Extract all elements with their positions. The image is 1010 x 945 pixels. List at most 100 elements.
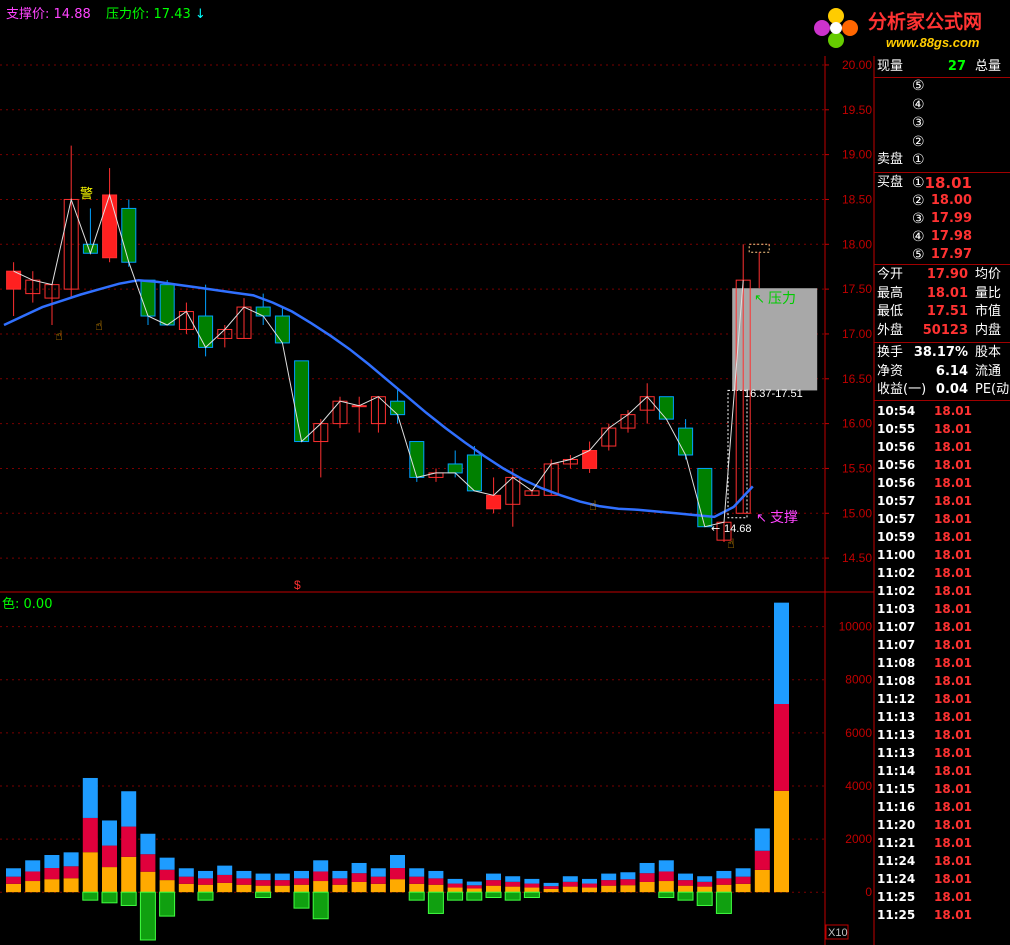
tick-price: 18.01: [934, 836, 972, 850]
stock-chart: 20.00 19.50 19.00 18.50 18.00 17.50 17.00 16.50…: [0, 56, 875, 945]
volume-bar-segment: [658, 860, 674, 872]
tick-time: 11:03: [877, 602, 916, 616]
tick-time: 11:00: [877, 548, 916, 562]
volume-bar-segment: [140, 854, 156, 872]
stat-row: 收益(一) 0.04 PE(动: [874, 381, 1010, 399]
volume-bar-segment: [370, 876, 386, 884]
price-tick-label: 15.50: [842, 461, 872, 475]
volume-bar-segment: [351, 873, 367, 882]
volume-negative-bar: [696, 891, 713, 906]
volume-bar-segment: [582, 883, 597, 888]
tick-price: 18.01: [934, 818, 972, 832]
buy-level-number: ②: [912, 193, 925, 209]
sell-level-number: ③: [912, 115, 925, 131]
buy-level-price: 17.98: [930, 229, 972, 244]
volume-bar-segment: [217, 882, 233, 893]
volume-bar-segment: [447, 887, 463, 893]
volume-bar-segment: [274, 880, 290, 886]
pressure-price-value: 17.43: [153, 7, 191, 22]
low-marker-label: 14.68: [724, 523, 752, 535]
tick-time: 11:20: [877, 818, 916, 832]
volume-negative-bar: [293, 891, 310, 909]
buy-level-row: ② 18.00: [874, 192, 1010, 210]
volume-bar-segment: [697, 881, 713, 887]
volume-bar-segment: [198, 884, 213, 893]
tick-price: 18.01: [934, 422, 972, 436]
tick-row: 11:24 18.01: [874, 852, 1010, 870]
price-tick-label: 17.50: [842, 282, 872, 296]
hand-icon: ☝: [727, 537, 735, 552]
volume-bar-segment: [754, 828, 770, 851]
tick-price: 18.01: [934, 890, 972, 904]
tick-row: 11:08 18.01: [874, 654, 1010, 672]
tick-row: 10:57 18.01: [874, 510, 1010, 528]
tick-time: 10:57: [877, 512, 916, 526]
volume-bar-segment: [639, 881, 655, 893]
tick-time: 11:07: [877, 620, 916, 634]
volume-bar-segment: [428, 884, 444, 893]
volume-bar-segment: [198, 870, 213, 879]
sell-level-row: ④: [874, 96, 1010, 114]
candle-body: [409, 441, 425, 478]
candle-body: [294, 360, 310, 443]
volume-bar-segment: [774, 602, 789, 704]
volume-bar-segment: [198, 878, 213, 885]
separator: [874, 172, 1010, 173]
tick-price: 18.01: [934, 800, 972, 814]
stat-value: 6.14: [935, 363, 968, 379]
buy-level-row: 买盘 ① 18.01: [874, 174, 1010, 192]
tick-time: 11:15: [877, 782, 916, 796]
candle-body: [466, 454, 482, 492]
buy-level-price: 18.00: [930, 193, 972, 208]
stat-label: 净资: [877, 363, 904, 379]
stat-label-2: 均价: [975, 267, 1002, 282]
pressure-price-label: 压力价:: [106, 7, 150, 22]
tick-price: 18.01: [934, 782, 972, 796]
volume-bar-segment: [102, 845, 117, 868]
separator: [874, 264, 1010, 265]
tick-time: 10:54: [877, 404, 916, 418]
pressure-arrow-icon: ↖: [754, 292, 765, 307]
tick-row: 11:25 18.01: [874, 906, 1010, 924]
candle-body: [159, 284, 175, 326]
sell-level-number: ⑤: [912, 78, 925, 94]
price-tick-label: 15.00: [842, 506, 872, 520]
tick-price: 18.01: [934, 566, 972, 580]
volume-series: [6, 602, 789, 941]
volume-bar-segment: [351, 881, 367, 893]
buy-level-number: ③: [912, 211, 925, 227]
volume-bar-segment: [332, 870, 348, 879]
volume-negative-bar: [658, 891, 675, 898]
buy-level-number: ④: [912, 229, 925, 245]
volume-negative-bar: [312, 891, 329, 920]
tick-price: 18.01: [934, 872, 972, 886]
volume-negative-bar: [427, 891, 444, 914]
stat-label: 换手: [877, 345, 904, 360]
sell-level-row: ⑤: [874, 77, 1010, 95]
range-label: 16.37-17.51: [744, 388, 803, 400]
volume-axis: 10000 8000 6000 4000 2000 0: [839, 620, 873, 900]
tick-price: 18.01: [934, 764, 972, 778]
tick-row: 10:56 18.01: [874, 456, 1010, 474]
tick-price: 18.01: [934, 674, 972, 688]
volume-bar-segment: [447, 878, 463, 884]
buy-level-price: 17.99: [930, 211, 972, 226]
candle-body: [390, 400, 406, 416]
stat-label-2: 量比: [975, 285, 1002, 301]
volume-bar-segment: [505, 876, 521, 882]
sell-level-row: 卖盘 ①: [874, 151, 1010, 169]
candle-body: [255, 306, 271, 317]
stat-row: 最低 17.51 市值: [874, 303, 1010, 321]
sell-level-number: ④: [912, 96, 925, 113]
volume-negative-bar: [197, 891, 214, 901]
tick-time: 10:57: [877, 494, 916, 508]
volume-bar-segment: [178, 876, 194, 884]
stat-label-2: PE(动: [975, 382, 1010, 397]
tick-time: 11:12: [877, 692, 916, 706]
tick-row: 10:55 18.01: [874, 420, 1010, 438]
buy-level-row: ⑤ 17.97: [874, 246, 1010, 264]
volume-negative-bar: [82, 891, 99, 901]
stat-row: 最高 18.01 量比: [874, 285, 1010, 303]
tick-price: 18.01: [934, 692, 972, 706]
stat-value: 18.01: [926, 285, 968, 301]
